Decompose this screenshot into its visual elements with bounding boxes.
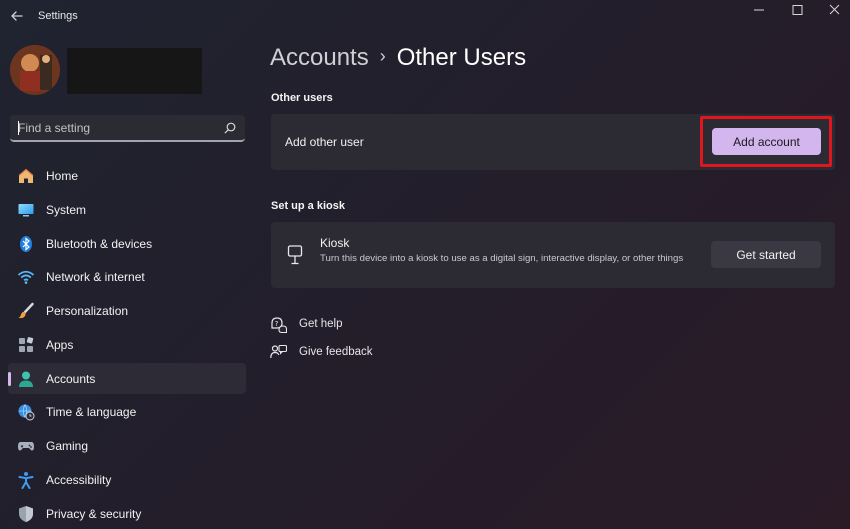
sidebar-item-label: Accessibility	[46, 472, 112, 487]
sidebar-item-privacy-security[interactable]: Privacy & security	[8, 498, 246, 529]
globe-clock-icon	[18, 404, 35, 421]
sidebar-item-apps[interactable]: Apps	[8, 329, 246, 360]
avatar	[10, 45, 60, 95]
profile-name-redacted	[67, 48, 202, 94]
search-input[interactable]	[18, 120, 218, 136]
gamepad-icon	[18, 442, 34, 451]
help-icon: ?	[271, 317, 287, 333]
breadcrumb-separator: ›	[379, 46, 386, 66]
sidebar-item-label: System	[46, 202, 87, 217]
sidebar-item-label: Bluetooth & devices	[46, 236, 153, 251]
sidebar-item-label: Privacy & security	[46, 506, 142, 521]
sidebar-item-time-language[interactable]: Time & language	[8, 396, 246, 427]
selection-indicator	[8, 371, 11, 386]
apps-icon	[19, 336, 34, 352]
accounts-icon	[19, 371, 33, 387]
search-box[interactable]	[10, 115, 245, 142]
sidebar-item-network-internet[interactable]: Network & internet	[8, 261, 246, 292]
kiosk-description: Turn this device into a kiosk to use as …	[320, 253, 684, 264]
shield-icon	[19, 505, 33, 522]
sidebar-item-label: Accounts	[46, 371, 96, 386]
brush-icon	[18, 302, 34, 319]
system-icon	[18, 203, 34, 217]
sidebar-nav: Home System Bluetooth & devices Network …	[8, 160, 246, 529]
sidebar-item-accessibility[interactable]: Accessibility	[8, 464, 246, 495]
app-title: Settings	[38, 10, 78, 22]
sidebar-item-label: Apps	[46, 337, 74, 352]
breadcrumb-parent[interactable]: Accounts	[270, 44, 369, 71]
sidebar-item-personalization[interactable]: Personalization	[8, 295, 246, 326]
kiosk-title: Kiosk	[320, 236, 350, 250]
add-other-user-label: Add other user	[285, 135, 364, 149]
other-users-heading: Other users	[271, 92, 333, 104]
wifi-icon	[17, 271, 35, 285]
get-help-label[interactable]: Get help	[299, 318, 342, 330]
bluetooth-icon	[20, 235, 32, 252]
give-feedback-label[interactable]: Give feedback	[299, 346, 373, 358]
search-icon[interactable]	[223, 121, 237, 135]
minimize-icon[interactable]	[750, 2, 768, 18]
back-arrow-icon[interactable]	[8, 7, 26, 25]
sidebar-item-bluetooth-devices[interactable]: Bluetooth & devices	[8, 228, 246, 259]
breadcrumb: Accounts › Other Users	[270, 44, 526, 72]
sidebar-item-gaming[interactable]: Gaming	[8, 430, 246, 461]
sidebar-item-system[interactable]: System	[8, 194, 246, 225]
text-caret	[18, 121, 19, 135]
feedback-icon	[270, 344, 287, 359]
title-bar: Settings	[0, 0, 850, 34]
svg-text:?: ?	[275, 320, 279, 328]
kiosk-heading: Set up a kiosk	[271, 200, 345, 212]
highlight-annotation	[700, 116, 832, 167]
sidebar-item-label: Network & internet	[46, 270, 145, 285]
close-icon[interactable]	[826, 2, 844, 18]
get-started-button[interactable]: Get started	[711, 241, 821, 268]
accessibility-icon	[18, 471, 34, 489]
page-title: Other Users	[396, 44, 527, 71]
kiosk-icon	[287, 245, 303, 265]
sidebar-item-label: Gaming	[46, 439, 89, 453]
sidebar-item-home[interactable]: Home	[8, 160, 246, 191]
sidebar-item-label: Home	[46, 169, 79, 183]
home-icon	[18, 168, 34, 183]
sidebar-item-label: Time & language	[46, 405, 137, 420]
maximize-icon[interactable]	[788, 2, 806, 18]
kiosk-card: Kiosk Turn this device into a kiosk to u…	[271, 222, 835, 288]
avatar-image	[10, 45, 60, 95]
sidebar-item-accounts[interactable]: Accounts	[8, 362, 246, 394]
sidebar-item-label: Personalization	[46, 304, 129, 318]
